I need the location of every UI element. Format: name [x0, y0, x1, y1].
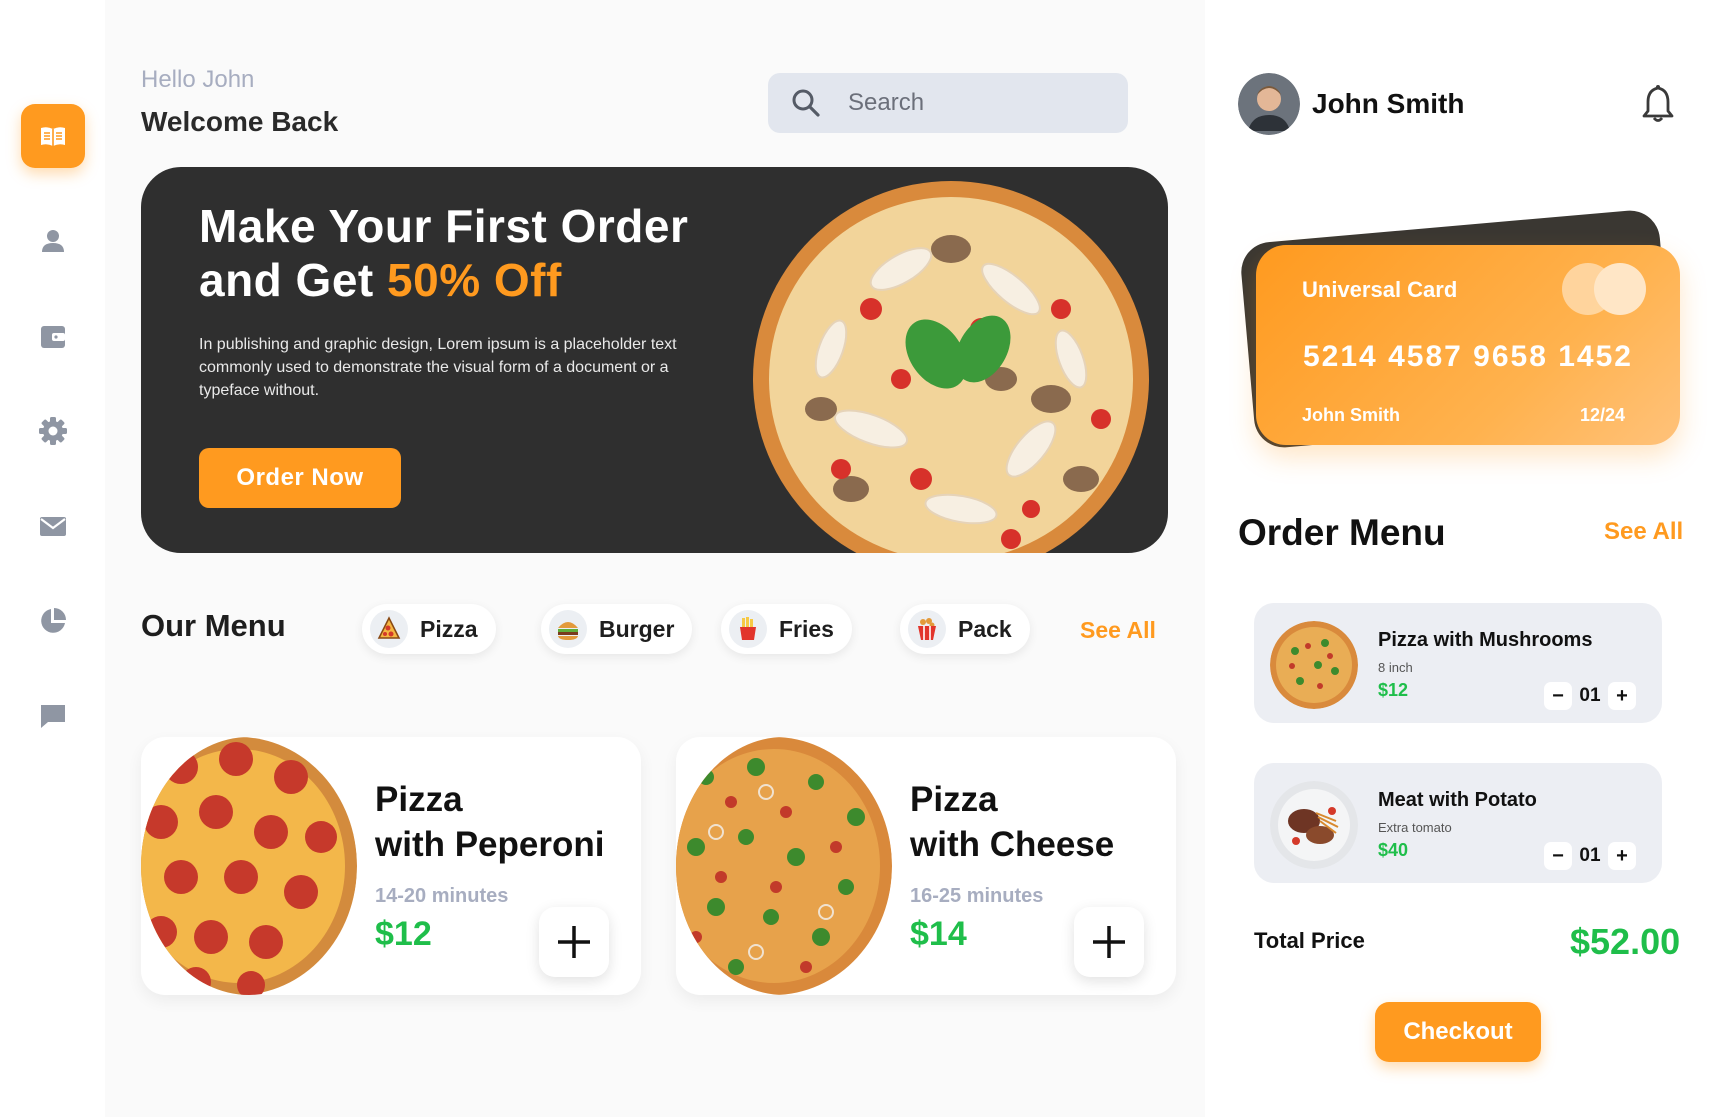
total-price-label: Total Price — [1254, 928, 1365, 953]
banner-description: In publishing and graphic design, Lorem … — [199, 336, 677, 399]
menu-card[interactable]: Pizza with Cheese 16-25 minutes $14 — [676, 737, 1176, 995]
order-item-price: $40 — [1378, 840, 1409, 860]
promo-banner: Make Your First Order and Get 50% Off In… — [141, 167, 1168, 553]
mail-icon — [40, 517, 66, 536]
sidebar-item-analytics[interactable] — [21, 589, 85, 653]
increase-quantity-button[interactable]: + — [1608, 682, 1636, 710]
order-see-all-link[interactable]: See All — [1604, 518, 1683, 546]
order-item-option: 8 inch — [1378, 660, 1413, 675]
order-item: Pizza with Mushrooms 8 inch $12 − 01 + — [1254, 603, 1662, 723]
menu-item-title-line1: Pizza — [375, 780, 463, 819]
card-brand-circle — [1594, 263, 1646, 315]
menu-item-title-line1: Pizza — [910, 780, 998, 819]
category-label: Burger — [599, 615, 675, 642]
menu-card[interactable]: Pizza with Peperoni 14-20 minutes $12 — [141, 737, 641, 995]
pepperoni-pizza-image — [141, 737, 357, 995]
welcome-heading: Welcome Back — [141, 106, 339, 137]
add-to-order-button[interactable] — [1074, 907, 1144, 977]
card-name: Universal Card — [1302, 277, 1458, 302]
order-item-option: Extra tomato — [1378, 820, 1452, 835]
mushroom-pizza-thumbnail — [1270, 621, 1358, 709]
user-icon — [42, 230, 64, 252]
card-holder: John Smith — [1302, 405, 1400, 425]
category-chip-pizza[interactable]: Pizza — [362, 604, 496, 654]
menu-item-title-line2: with Cheese — [910, 825, 1115, 864]
sidebar-item-menu[interactable] — [21, 104, 85, 168]
cheese-pizza-image — [676, 737, 892, 995]
pack-icon — [908, 610, 946, 648]
add-to-order-button[interactable] — [539, 907, 609, 977]
order-item-name: Pizza with Mushrooms — [1378, 629, 1593, 651]
category-chip-burger[interactable]: Burger — [541, 604, 693, 654]
menu-item-time: 16-25 minutes — [910, 885, 1044, 907]
quantity-stepper: − 01 + — [1544, 681, 1636, 711]
search-icon — [792, 89, 820, 117]
fries-icon — [729, 610, 767, 648]
menu-item-title: Pizza with Cheese — [910, 777, 1114, 867]
category-label: Pack — [958, 615, 1012, 642]
bell-icon[interactable] — [1640, 84, 1676, 124]
category-label: Pizza — [420, 615, 478, 642]
quantity-value: 01 — [1579, 845, 1601, 866]
quantity-stepper: − 01 + — [1544, 841, 1636, 871]
chat-icon — [41, 705, 65, 728]
increase-quantity-button[interactable]: + — [1608, 842, 1636, 870]
menu-item-price: $14 — [910, 915, 967, 953]
checkout-button[interactable]: Checkout — [1375, 1002, 1541, 1062]
meat-potato-thumbnail — [1270, 781, 1358, 869]
our-menu-heading: Our Menu — [141, 608, 286, 643]
order-now-button[interactable]: Order Now — [199, 448, 401, 508]
category-chip-fries[interactable]: Fries — [721, 604, 852, 654]
quantity-value: 01 — [1579, 685, 1601, 706]
pizza-slice-icon — [370, 610, 408, 648]
menu-see-all-link[interactable]: See All — [1080, 617, 1156, 644]
wallet-icon — [41, 326, 65, 348]
order-item-price: $12 — [1378, 680, 1409, 700]
category-label: Fries — [779, 615, 834, 642]
banner-pizza-image — [753, 181, 1149, 553]
banner-title-line1: Make Your First Order — [199, 200, 689, 252]
pie-chart-icon — [41, 608, 66, 633]
greeting-text: Hello John — [141, 66, 255, 93]
avatar[interactable] — [1238, 73, 1300, 135]
menu-item-price: $12 — [375, 915, 432, 953]
sidebar-item-settings[interactable] — [21, 399, 85, 463]
plus-icon — [558, 926, 590, 958]
card-expiry: 12/24 — [1580, 405, 1626, 425]
search-bar[interactable] — [768, 73, 1128, 133]
card-number: 5214 4587 9658 1452 — [1303, 340, 1633, 373]
order-item-name: Meat with Potato — [1378, 789, 1537, 811]
payment-card[interactable]: Universal Card 5214 4587 9658 1452 John … — [1256, 245, 1680, 445]
sidebar — [0, 0, 105, 1117]
gear-icon — [39, 417, 67, 445]
plus-icon — [1093, 926, 1125, 958]
banner-title-prefix: and Get — [199, 254, 388, 306]
decrease-quantity-button[interactable]: − — [1544, 842, 1572, 870]
banner-title: Make Your First Order and Get 50% Off — [199, 199, 688, 307]
sidebar-item-chat[interactable] — [21, 684, 85, 748]
banner-title-line2: and Get 50% Off — [199, 253, 688, 307]
search-input[interactable] — [846, 88, 1110, 118]
sidebar-item-wallet[interactable] — [21, 304, 85, 368]
menu-book-icon — [41, 127, 65, 146]
sidebar-item-profile[interactable] — [21, 209, 85, 273]
banner-discount: 50% Off — [387, 254, 562, 306]
menu-item-title-line2: with Peperoni — [375, 825, 605, 864]
decrease-quantity-button[interactable]: − — [1544, 682, 1572, 710]
sidebar-item-messages[interactable] — [21, 494, 85, 558]
category-chip-pack[interactable]: Pack — [900, 604, 1030, 654]
menu-item-time: 14-20 minutes — [375, 885, 509, 907]
order-item: Meat with Potato Extra tomato $40 − 01 + — [1254, 763, 1662, 883]
total-price-value: $52.00 — [1570, 921, 1681, 962]
menu-item-title: Pizza with Peperoni — [375, 777, 604, 867]
user-name: John Smith — [1312, 88, 1465, 119]
burger-icon — [549, 610, 587, 648]
order-menu-heading: Order Menu — [1238, 512, 1446, 553]
